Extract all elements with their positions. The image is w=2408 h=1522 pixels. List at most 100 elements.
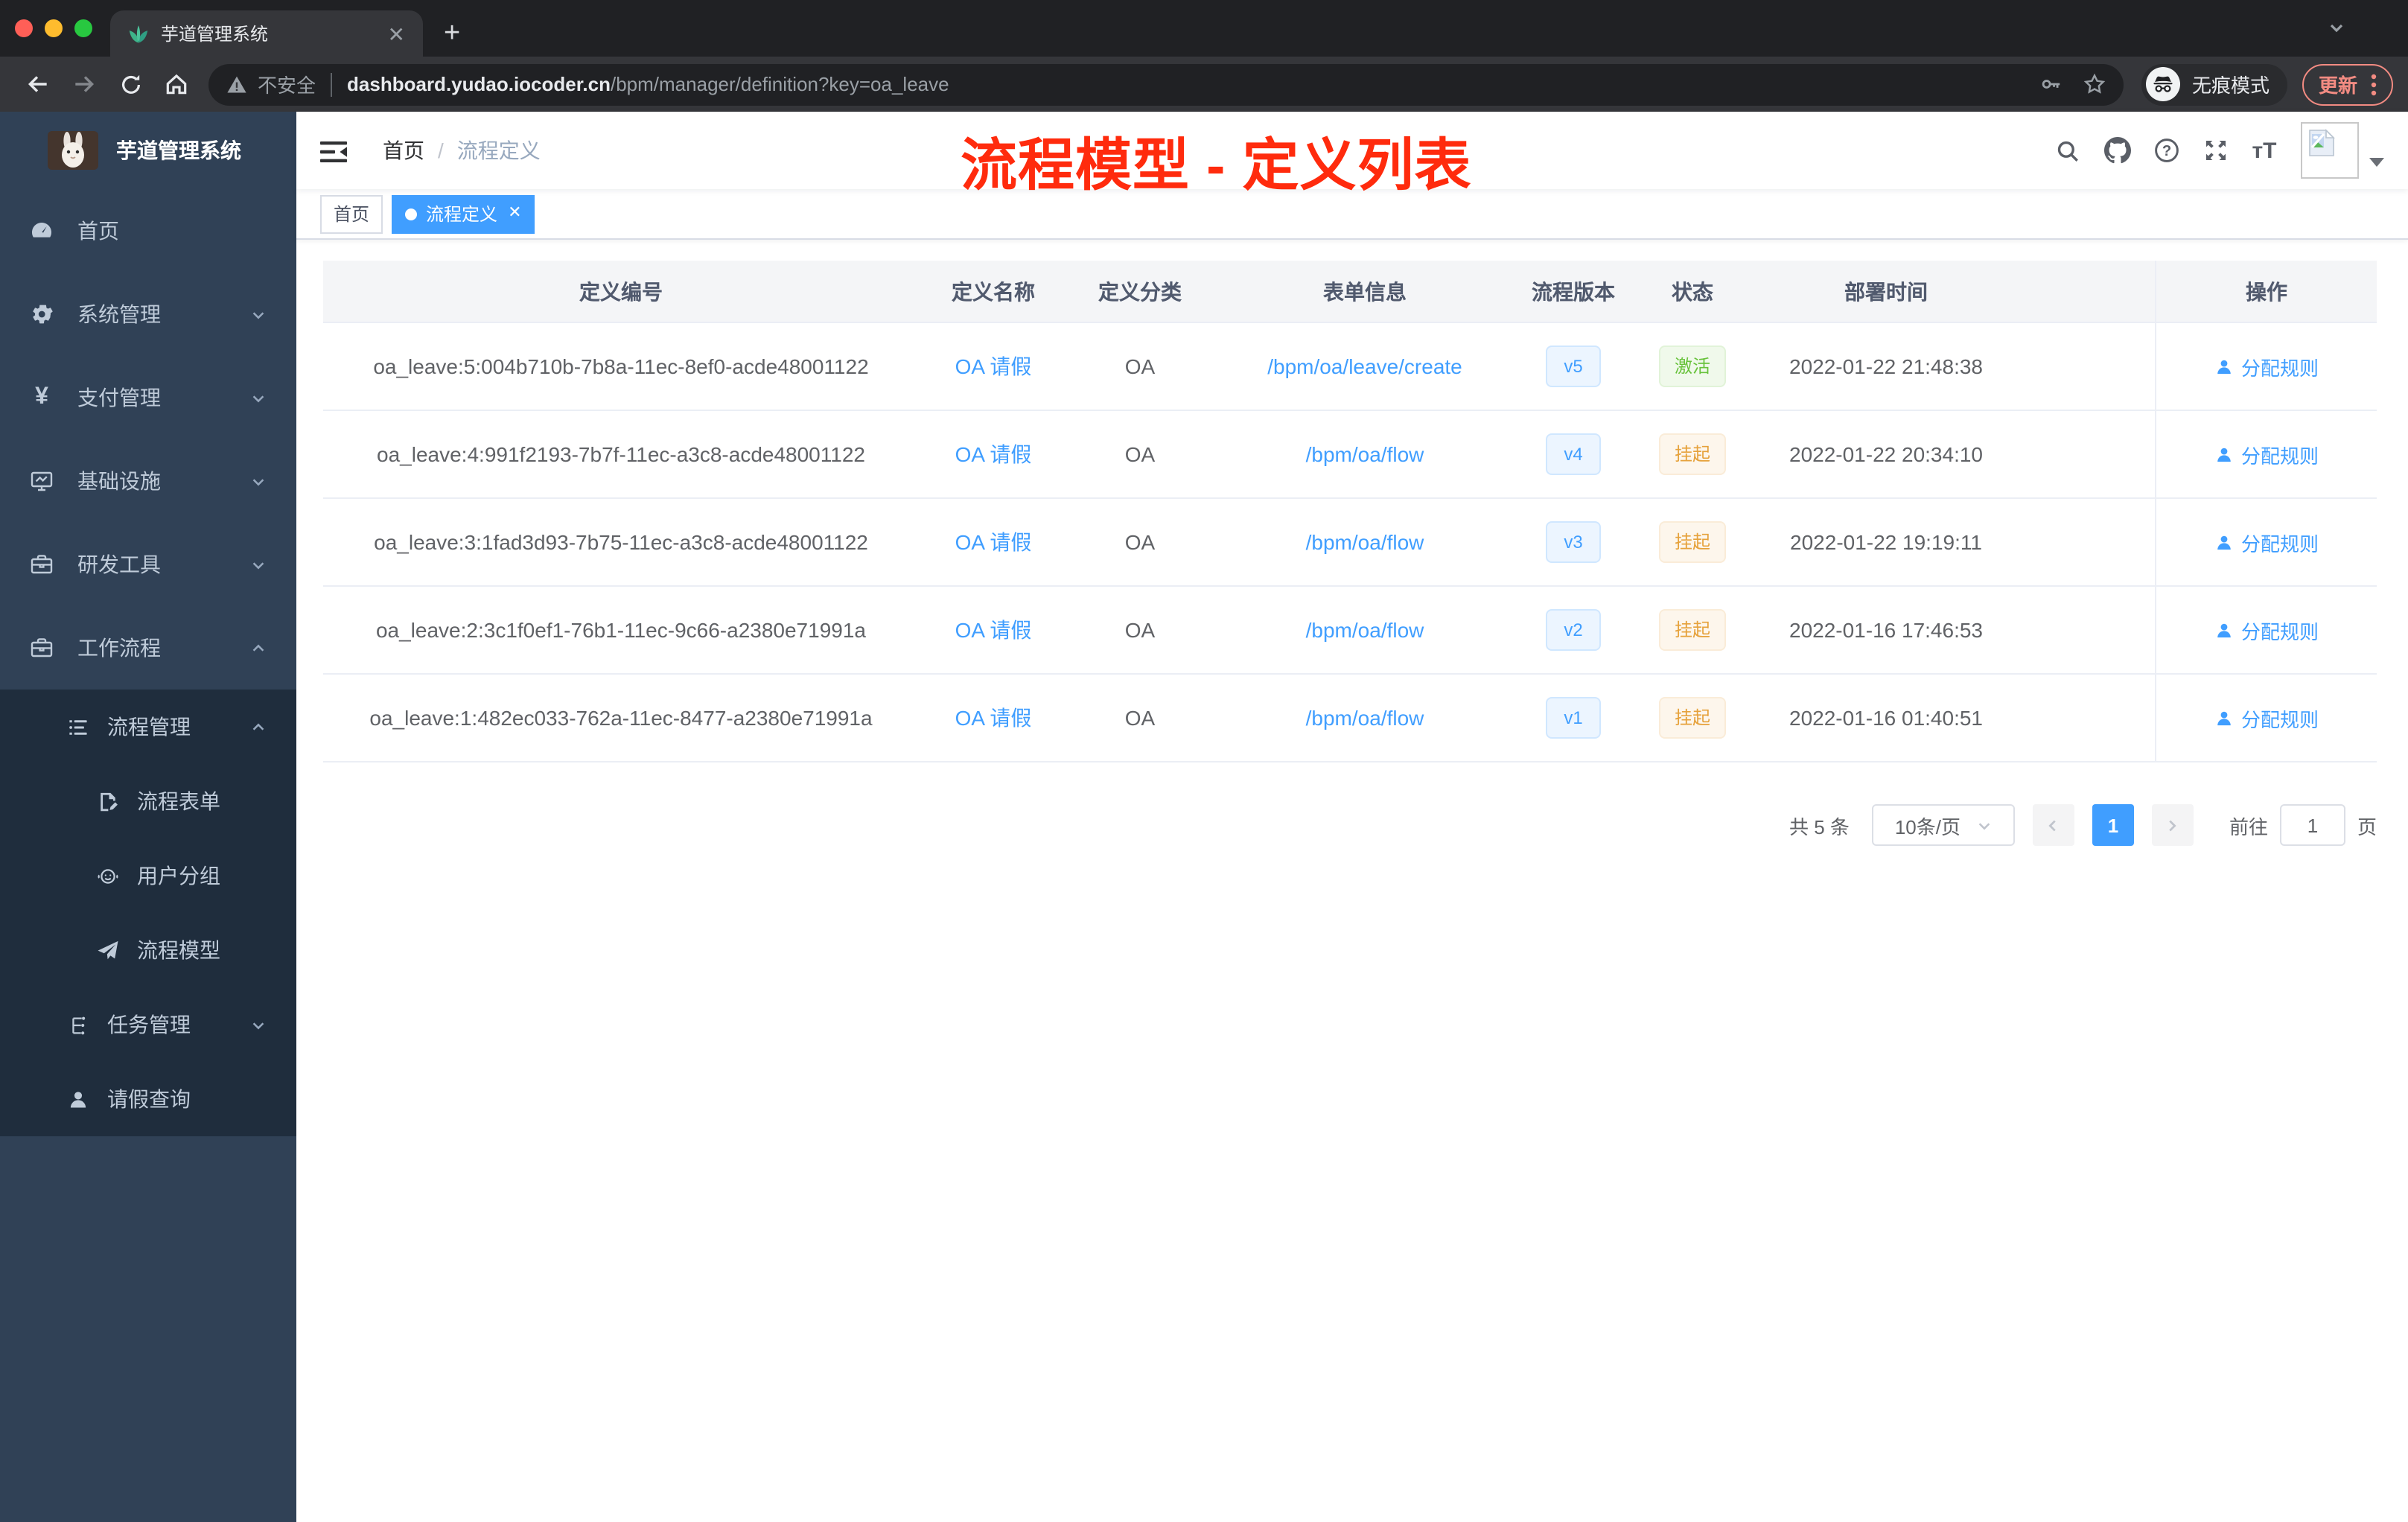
sidebar-logo[interactable]: 芋道管理系统: [0, 112, 296, 189]
sidebar-item-home[interactable]: 首页: [0, 189, 296, 273]
sidebar-item-dev-tools[interactable]: 研发工具: [0, 523, 296, 606]
page-title-annotation: 流程模型 - 定义列表: [961, 136, 1472, 198]
current-page-button[interactable]: 1: [2092, 804, 2134, 846]
definition-name-link[interactable]: OA 请假: [955, 530, 1032, 554]
status-badge: 挂起: [1659, 521, 1725, 563]
browser-toolbar: 不安全 dashboard.yudao.iocoder.cn/bpm/manag…: [0, 57, 2408, 112]
navbar-tools: ? тT: [2043, 112, 2384, 189]
tag-process-definition[interactable]: 流程定义 ✕: [392, 194, 535, 233]
page-content: 定义编号 定义名称 定义分类 表单信息 流程版本 状态 部署时间 操作 oa_l…: [296, 240, 2408, 846]
chevron-up-icon: [250, 719, 267, 735]
fullscreen-icon[interactable]: [2191, 112, 2240, 189]
col-header-id: 定义编号: [579, 279, 663, 303]
github-icon[interactable]: [2092, 112, 2141, 189]
version-badge: v2: [1546, 609, 1601, 651]
dashboard-icon: [30, 219, 54, 243]
sidebar-item-workflow[interactable]: 工作流程: [0, 606, 296, 690]
help-icon[interactable]: ?: [2141, 112, 2191, 189]
sidebar-item-system[interactable]: 系统管理: [0, 273, 296, 356]
cell-definition-id: oa_leave:4:991f2193-7b7f-11ec-a3c8-acde4…: [377, 442, 865, 466]
kebab-menu-icon[interactable]: [2371, 72, 2377, 96]
sidebar-item-infrastructure[interactable]: 基础设施: [0, 439, 296, 523]
assign-rule-button[interactable]: 分配规则: [2214, 528, 2319, 556]
forward-button[interactable]: [61, 62, 107, 106]
robot-face-icon: [95, 864, 119, 888]
form-link[interactable]: /bpm/oa/flow: [1306, 530, 1424, 554]
sidebar-item-payment[interactable]: ¥ 支付管理: [0, 356, 296, 439]
sidebar-item-process-model[interactable]: 流程模型: [0, 913, 296, 987]
sidebar-item-process-management[interactable]: 流程管理: [0, 690, 296, 764]
page-unit-label: 页: [2357, 815, 2377, 838]
assign-rule-button[interactable]: 分配规则: [2214, 440, 2319, 468]
tag-close-icon[interactable]: ✕: [508, 205, 521, 222]
sidebar-item-process-form[interactable]: 流程表单: [0, 764, 296, 838]
col-header-actions: 操作: [2155, 261, 2377, 322]
assign-rule-button[interactable]: 分配规则: [2214, 616, 2319, 644]
version-badge: v4: [1546, 433, 1601, 475]
sidebar-fold-icon[interactable]: [320, 140, 347, 164]
pagination: 共 5 条 10条/页 1 前往 页: [323, 804, 2377, 846]
window-close-button[interactable]: [15, 19, 33, 37]
chevron-down-icon: [250, 1016, 267, 1033]
definition-name-link[interactable]: OA 请假: [955, 618, 1032, 642]
cell-deploy-time: 2022-01-22 19:19:11: [1790, 530, 1982, 554]
window-minimize-button[interactable]: [45, 19, 63, 37]
avatar[interactable]: [2301, 122, 2359, 179]
password-key-icon[interactable]: [2040, 73, 2063, 95]
goto-page-input[interactable]: [2279, 804, 2345, 846]
sidebar-item-user-group[interactable]: 用户分组: [0, 838, 296, 913]
url-domain: dashboard.yudao.iocoder.cn: [347, 73, 611, 95]
page-size-select[interactable]: 10条/页: [1871, 804, 2015, 846]
cell-deploy-time: 2022-01-22 21:48:38: [1789, 354, 1983, 378]
assign-rule-button[interactable]: 分配规则: [2214, 352, 2319, 380]
table-row: oa_leave:5:004b710b-7b8a-11ec-8ef0-acde4…: [323, 323, 2377, 411]
svg-text:?: ?: [2162, 143, 2170, 159]
browser-update-button[interactable]: 更新: [2302, 63, 2393, 105]
sidebar-item-leave-query[interactable]: 请假查询: [0, 1062, 296, 1136]
next-page-button[interactable]: [2151, 804, 2194, 846]
security-warning-icon[interactable]: [226, 74, 247, 95]
form-link[interactable]: /bpm/oa/leave/create: [1267, 354, 1462, 378]
chevron-down-icon: [250, 389, 267, 406]
favicon-plant-icon: [128, 23, 149, 44]
chevron-up-icon: [250, 640, 267, 656]
user-icon: [2217, 535, 2231, 550]
tab-search-chevron-icon[interactable]: [2328, 19, 2345, 37]
cell-deploy-time: 2022-01-16 01:40:51: [1789, 706, 1983, 730]
definition-name-link[interactable]: OA 请假: [955, 706, 1032, 730]
reload-button[interactable]: [107, 62, 153, 106]
form-link[interactable]: /bpm/oa/flow: [1306, 706, 1424, 730]
chevron-right-icon: [2170, 819, 2177, 831]
user-icon: [2217, 623, 2231, 637]
window-controls: [0, 0, 110, 57]
url-divider: [331, 72, 333, 96]
security-label[interactable]: 不安全: [258, 70, 316, 98]
col-header-name: 定义名称: [952, 279, 1035, 303]
new-tab-button[interactable]: +: [444, 19, 460, 48]
breadcrumb: 首页 / 流程定义: [383, 136, 541, 165]
assign-rule-button[interactable]: 分配规则: [2214, 704, 2319, 732]
avatar-dropdown-caret-icon[interactable]: [2369, 158, 2384, 167]
breadcrumb-home[interactable]: 首页: [383, 136, 424, 165]
browser-tab[interactable]: 芋道管理系统 ✕: [110, 10, 423, 57]
search-icon[interactable]: [2043, 112, 2092, 189]
tag-home[interactable]: 首页: [320, 194, 383, 233]
definition-name-link[interactable]: OA 请假: [955, 354, 1032, 378]
user-icon: [66, 1087, 89, 1111]
status-badge: 挂起: [1659, 697, 1725, 739]
prev-page-button[interactable]: [2032, 804, 2074, 846]
home-button[interactable]: [153, 62, 200, 106]
table-row: oa_leave:1:482ec033-762a-11ec-8477-a2380…: [323, 675, 2377, 762]
font-size-icon[interactable]: тT: [2240, 112, 2289, 189]
sidebar-item-task-management[interactable]: 任务管理: [0, 987, 296, 1062]
back-button[interactable]: [15, 62, 61, 106]
definition-name-link[interactable]: OA 请假: [955, 442, 1032, 466]
window-maximize-button[interactable]: [74, 19, 92, 37]
bookmark-star-icon[interactable]: [2083, 73, 2106, 95]
form-link[interactable]: /bpm/oa/flow: [1306, 618, 1424, 642]
url-bar[interactable]: 不安全 dashboard.yudao.iocoder.cn/bpm/manag…: [208, 63, 2124, 105]
form-link[interactable]: /bpm/oa/flow: [1306, 442, 1424, 466]
tab-close-icon[interactable]: ✕: [382, 22, 411, 45]
app-navbar: 首页 / 流程定义 流程模型 - 定义列表 ? тT: [296, 112, 2408, 198]
yen-icon: ¥: [35, 384, 48, 410]
